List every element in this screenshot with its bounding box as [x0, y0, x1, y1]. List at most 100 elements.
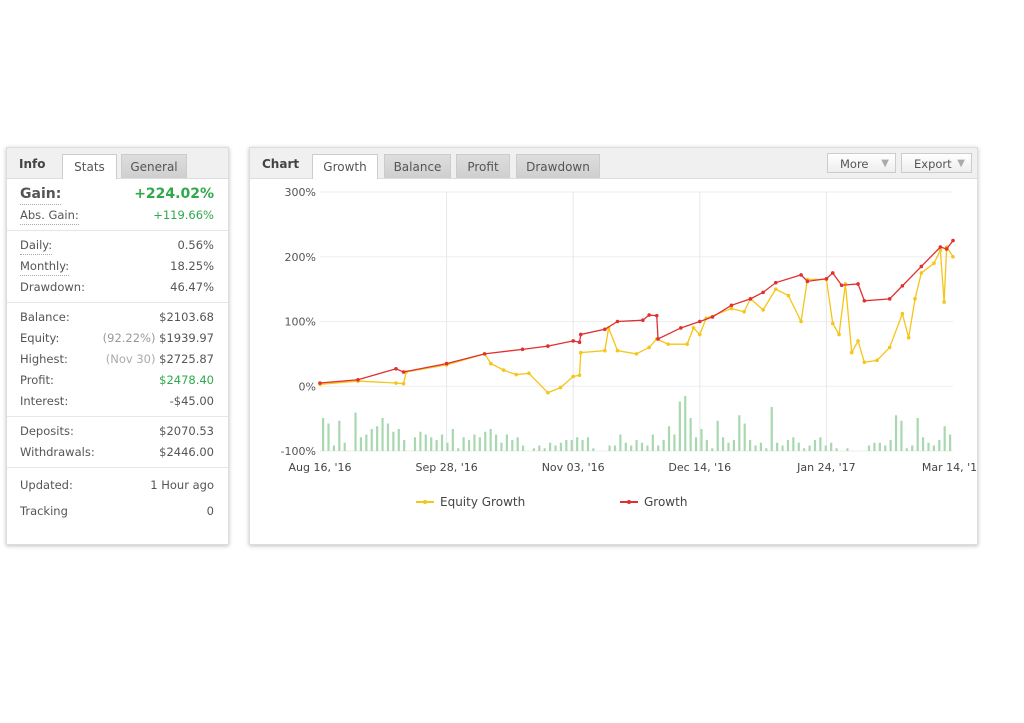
- volume-bar: [478, 437, 481, 451]
- data-point: [862, 360, 867, 365]
- volume-bar: [711, 448, 714, 451]
- data-point: [919, 271, 924, 275]
- x-tick-label: Sep 28, '16: [415, 461, 477, 474]
- data-point: [577, 373, 582, 378]
- volume-bar: [467, 440, 471, 451]
- volume-bar: [646, 445, 649, 451]
- monthly-label[interactable]: Monthly:: [20, 258, 70, 276]
- volume-bar: [867, 445, 871, 451]
- volume-bar: [819, 437, 822, 451]
- volume-bar: [500, 442, 503, 451]
- volume-bar: [538, 445, 541, 451]
- data-point: [571, 339, 575, 343]
- data-point: [773, 280, 778, 285]
- data-point: [647, 345, 651, 350]
- data-point: [938, 245, 943, 249]
- gain-label[interactable]: Gain:: [20, 185, 62, 205]
- y-tick-label: 100%: [285, 316, 316, 329]
- balance-label: Balance:: [20, 310, 70, 324]
- data-point: [401, 381, 406, 386]
- drawdown-value: 46.47%: [170, 280, 214, 294]
- data-point: [634, 352, 639, 356]
- volume-bar: [808, 445, 811, 451]
- data-point: [837, 332, 841, 337]
- withdrawals-value: $2446.00: [159, 445, 214, 459]
- data-point: [942, 300, 946, 304]
- y-tick-label: 200%: [285, 251, 316, 264]
- volume-bar: [927, 442, 930, 451]
- tab-general[interactable]: General: [121, 154, 187, 178]
- tab-drawdown[interactable]: Drawdown: [516, 154, 600, 178]
- volume-bar: [370, 429, 373, 451]
- volume-bar: [949, 434, 952, 451]
- legend-equity-growth[interactable]: Equity Growth: [416, 495, 525, 509]
- x-tick-label: Nov 03, '16: [542, 461, 605, 474]
- data-point: [773, 287, 778, 291]
- volume-bar: [521, 445, 525, 451]
- data-point: [761, 290, 765, 295]
- volume-bar: [430, 437, 433, 451]
- data-point: [710, 315, 715, 319]
- volume-bar: [651, 434, 654, 451]
- tab-profit[interactable]: Profit: [456, 154, 510, 178]
- volume-bar: [824, 445, 827, 451]
- data-point: [546, 344, 550, 348]
- volume-bar: [700, 429, 703, 451]
- volume-bar: [473, 434, 476, 451]
- volume-bar: [570, 440, 573, 451]
- data-point: [489, 361, 493, 366]
- data-point: [401, 370, 406, 374]
- volume-bar: [797, 442, 800, 451]
- tab-stats[interactable]: Stats: [62, 154, 117, 179]
- more-label: More: [840, 157, 869, 171]
- data-point: [951, 254, 955, 259]
- equity-label: Equity:: [20, 331, 60, 345]
- tab-balance[interactable]: Balance: [384, 154, 451, 178]
- data-point: [577, 340, 582, 345]
- data-point: [578, 332, 583, 337]
- volume-bar: [776, 442, 779, 451]
- chart-panel: Chart Growth Balance Profit Drawdown Mor…: [249, 147, 978, 545]
- data-point: [444, 361, 449, 366]
- volume-bar: [813, 440, 817, 451]
- monthly-value: 18.25%: [170, 259, 214, 273]
- data-point: [356, 377, 360, 382]
- volume-bar: [457, 448, 460, 451]
- volume-bar: [386, 423, 390, 451]
- abs-gain-label[interactable]: Abs. Gain:: [20, 207, 79, 225]
- gain-value: +224.02%: [134, 186, 214, 202]
- info-panel: Info Stats General Gain: +224.02% Abs. Ga…: [6, 147, 229, 545]
- highest-label: Highest:: [20, 352, 68, 366]
- volume-bar: [424, 434, 427, 451]
- volume-bar: [381, 418, 384, 451]
- money-group: Balance: $2103.68 Equity: (92.22%) $1939.9…: [7, 303, 228, 417]
- data-point: [900, 284, 905, 288]
- data-point: [913, 297, 917, 301]
- gain-group: Gain: +224.02% Abs. Gain: +119.66%: [7, 179, 228, 231]
- export-button[interactable]: Export ▼: [901, 153, 972, 173]
- data-point: [558, 385, 563, 390]
- series-line-growth: [319, 240, 954, 384]
- profit-value: $2478.40: [159, 373, 214, 387]
- x-tick-label: Jan 24, '17: [796, 461, 855, 474]
- data-point: [654, 313, 659, 318]
- tab-growth[interactable]: Growth: [312, 154, 378, 179]
- rates-group: Daily: 0.56% Monthly: 18.25% Drawdown: 46.4…: [7, 231, 228, 303]
- legend-equity-growth-label: Equity Growth: [440, 495, 525, 509]
- tracking-value: 0: [206, 504, 214, 518]
- volume-bar: [640, 442, 644, 451]
- volume-bar: [413, 437, 417, 451]
- x-tick-label: Dec 14, '16: [668, 461, 731, 474]
- data-point: [729, 306, 734, 311]
- volume-bar: [694, 437, 698, 451]
- data-point: [394, 381, 398, 385]
- data-point: [805, 279, 810, 284]
- data-point: [786, 293, 791, 298]
- volume-bar: [559, 442, 563, 451]
- daily-label[interactable]: Daily:: [20, 237, 53, 255]
- volume-bar: [576, 437, 579, 451]
- more-button[interactable]: More ▼: [827, 153, 896, 173]
- volume-bar: [678, 401, 681, 451]
- chevron-down-icon: ▼: [957, 158, 965, 169]
- legend-growth[interactable]: Growth: [620, 495, 687, 509]
